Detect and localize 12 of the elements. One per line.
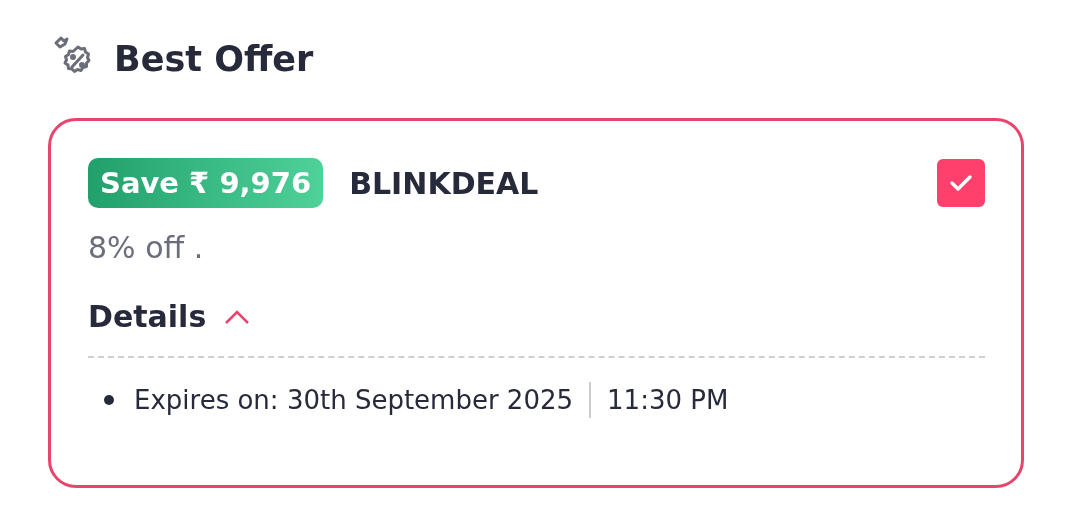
- details-label: Details: [88, 299, 207, 334]
- checkmark-icon: [949, 174, 973, 192]
- section-title: Best Offer: [114, 39, 314, 79]
- savings-badge: Save ₹ 9,976: [88, 158, 324, 208]
- expiry-time: 11:30 PM: [607, 385, 729, 415]
- bullet-icon: [104, 395, 114, 405]
- expiry-date: Expires on: 30th September 2025: [134, 385, 574, 415]
- offer-description: 8% off .: [88, 230, 205, 265]
- checkbox[interactable]: [937, 159, 985, 207]
- offer-card[interactable]: Save ₹ 9,976 BLINKDEAL 8% off . Details Expires on: 30th September 2025 11:30 PM: [48, 118, 1024, 488]
- chevron-icon[interactable]: [224, 308, 251, 325]
- coupon-code: BLINKDEAL: [349, 165, 539, 201]
